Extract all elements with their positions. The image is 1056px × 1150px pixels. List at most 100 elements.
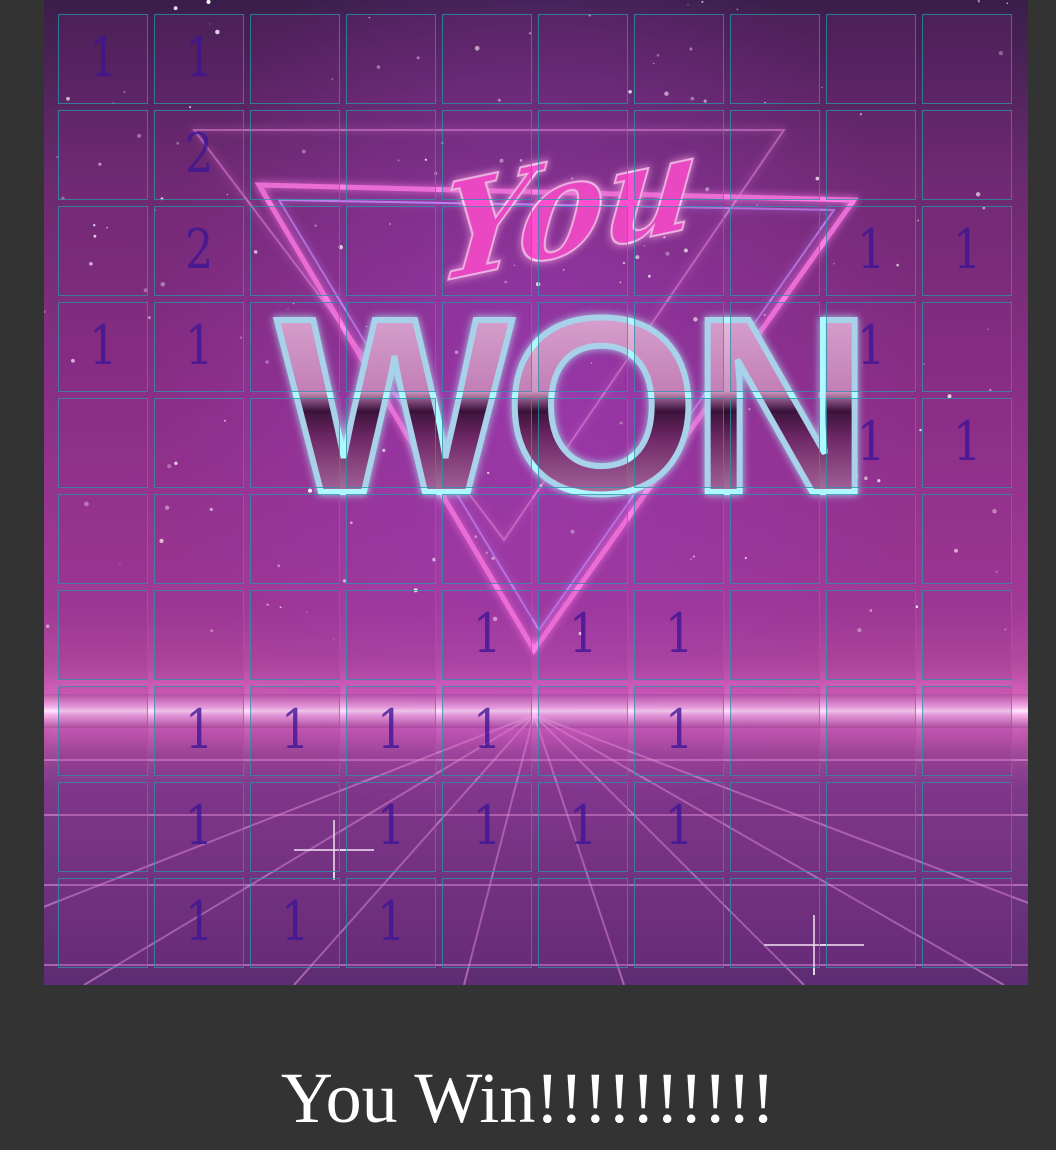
board-cell[interactable]	[634, 206, 724, 296]
board-cell[interactable]	[730, 494, 820, 584]
board-cell[interactable]	[250, 110, 340, 200]
board-cell[interactable]	[730, 398, 820, 488]
board-cell[interactable]: 1	[154, 14, 244, 104]
board-cell[interactable]	[538, 878, 628, 968]
board-cell[interactable]	[730, 782, 820, 872]
board-cell[interactable]: 2	[154, 110, 244, 200]
board-cell[interactable]	[250, 206, 340, 296]
board-cell[interactable]	[730, 206, 820, 296]
board-cell[interactable]: 1	[250, 878, 340, 968]
board-cell[interactable]: 1	[442, 782, 532, 872]
board-cell[interactable]	[730, 14, 820, 104]
board-cell[interactable]	[58, 782, 148, 872]
board-cell[interactable]	[58, 494, 148, 584]
board-cell[interactable]: 2	[154, 206, 244, 296]
board-cell[interactable]: 1	[154, 878, 244, 968]
board-cell[interactable]: 1	[250, 686, 340, 776]
board-cell[interactable]	[346, 494, 436, 584]
board-cell[interactable]	[922, 110, 1012, 200]
board-cell[interactable]	[58, 878, 148, 968]
board-cell[interactable]	[634, 878, 724, 968]
board-cell[interactable]	[730, 590, 820, 680]
board-cell[interactable]	[250, 302, 340, 392]
board-cell[interactable]	[442, 14, 532, 104]
board-cell[interactable]	[346, 590, 436, 680]
board-cell[interactable]	[346, 110, 436, 200]
board-cell[interactable]	[250, 14, 340, 104]
board-cell[interactable]	[922, 14, 1012, 104]
board-cell[interactable]	[634, 398, 724, 488]
board-cell[interactable]: 1	[922, 398, 1012, 488]
board-cell[interactable]	[154, 590, 244, 680]
board-cell[interactable]: 1	[154, 686, 244, 776]
board-cell[interactable]	[442, 110, 532, 200]
board-cell[interactable]	[922, 494, 1012, 584]
board-cell[interactable]	[538, 398, 628, 488]
board-cell[interactable]	[58, 590, 148, 680]
board-cell[interactable]	[634, 110, 724, 200]
board-cell[interactable]: 1	[826, 398, 916, 488]
board-cell[interactable]	[154, 398, 244, 488]
board-cell[interactable]: 1	[346, 686, 436, 776]
board-cell[interactable]	[58, 686, 148, 776]
board-cell[interactable]	[826, 686, 916, 776]
board-cell[interactable]	[346, 14, 436, 104]
board-cell[interactable]: 1	[442, 686, 532, 776]
board-cell[interactable]	[730, 686, 820, 776]
board-cell[interactable]	[58, 110, 148, 200]
board-cell[interactable]	[538, 686, 628, 776]
board-cell[interactable]: 1	[538, 782, 628, 872]
board-cell[interactable]	[922, 878, 1012, 968]
board-cell[interactable]	[826, 14, 916, 104]
board-cell[interactable]	[250, 398, 340, 488]
board-cell[interactable]: 1	[634, 590, 724, 680]
board-cell[interactable]	[346, 206, 436, 296]
board-cell[interactable]	[826, 782, 916, 872]
board-cell[interactable]: 1	[58, 14, 148, 104]
board-cell[interactable]: 1	[442, 590, 532, 680]
board-cell[interactable]: 1	[154, 302, 244, 392]
board-cell[interactable]	[634, 14, 724, 104]
board-cell[interactable]	[442, 878, 532, 968]
board-cell[interactable]	[442, 398, 532, 488]
board-cell[interactable]	[250, 494, 340, 584]
board-cell[interactable]	[826, 590, 916, 680]
board-cell[interactable]: 1	[826, 206, 916, 296]
board-cell[interactable]	[250, 590, 340, 680]
board-cell[interactable]	[442, 206, 532, 296]
board-cell[interactable]	[538, 14, 628, 104]
board-cell[interactable]	[730, 110, 820, 200]
board-cell[interactable]	[538, 494, 628, 584]
board-cell[interactable]	[634, 302, 724, 392]
board-cell[interactable]: 1	[634, 686, 724, 776]
board-cell[interactable]	[154, 494, 244, 584]
board-cell[interactable]: 1	[826, 302, 916, 392]
board-cell[interactable]	[442, 302, 532, 392]
board-cell[interactable]: 1	[58, 302, 148, 392]
board-cell[interactable]	[346, 302, 436, 392]
board-cell[interactable]	[58, 398, 148, 488]
board-cell[interactable]: 1	[346, 782, 436, 872]
board-cell[interactable]	[538, 110, 628, 200]
board-cell[interactable]	[922, 590, 1012, 680]
board-cell[interactable]	[922, 302, 1012, 392]
board-cell[interactable]	[922, 782, 1012, 872]
board-cell[interactable]	[538, 302, 628, 392]
board-cell[interactable]	[730, 302, 820, 392]
board-cell[interactable]: 1	[634, 782, 724, 872]
board-cell[interactable]	[442, 494, 532, 584]
board-cell[interactable]: 1	[346, 878, 436, 968]
board-cell[interactable]	[58, 206, 148, 296]
board-cell[interactable]: 1	[154, 782, 244, 872]
board-cell[interactable]	[730, 878, 820, 968]
board-cell[interactable]	[826, 494, 916, 584]
board-cell[interactable]	[634, 494, 724, 584]
board-cell[interactable]	[922, 686, 1012, 776]
board-cell[interactable]	[826, 110, 916, 200]
board-cell[interactable]: 1	[922, 206, 1012, 296]
board-cell[interactable]	[250, 782, 340, 872]
board-cell[interactable]	[826, 878, 916, 968]
board-cell[interactable]: 1	[538, 590, 628, 680]
board-cell[interactable]	[346, 398, 436, 488]
board-cell[interactable]	[538, 206, 628, 296]
